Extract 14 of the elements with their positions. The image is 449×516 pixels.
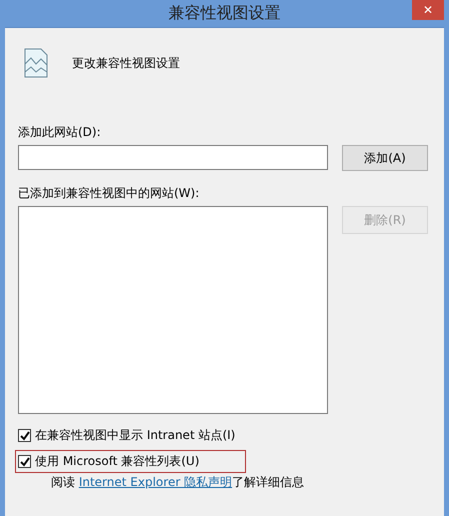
broken-page-icon: [24, 48, 48, 78]
privacy-text: 阅读 Internet Explorer 隐私声明了解详细信息: [51, 474, 306, 491]
add-button[interactable]: 添加(A): [342, 145, 428, 171]
checkbox-label[interactable]: 在兼容性视图中显示 Intranet 站点(I): [35, 427, 236, 444]
website-input-field[interactable]: [18, 145, 328, 170]
checkbox[interactable]: [18, 455, 31, 468]
checkbox[interactable]: [18, 429, 31, 442]
header-text: 更改兼容性视图设置: [72, 54, 180, 72]
window-title: 兼容性视图设置: [168, 3, 280, 24]
checkbox-label[interactable]: 使用 Microsoft 兼容性列表(U): [35, 453, 200, 470]
field-label: 添加此网站(D):: [18, 124, 102, 141]
close-button[interactable]: ✕: [412, 0, 444, 20]
privacy-link[interactable]: Internet Explorer 隐私声明: [78, 475, 232, 489]
list-label: 已添加到兼容性视图中的网站(W):: [18, 185, 200, 202]
